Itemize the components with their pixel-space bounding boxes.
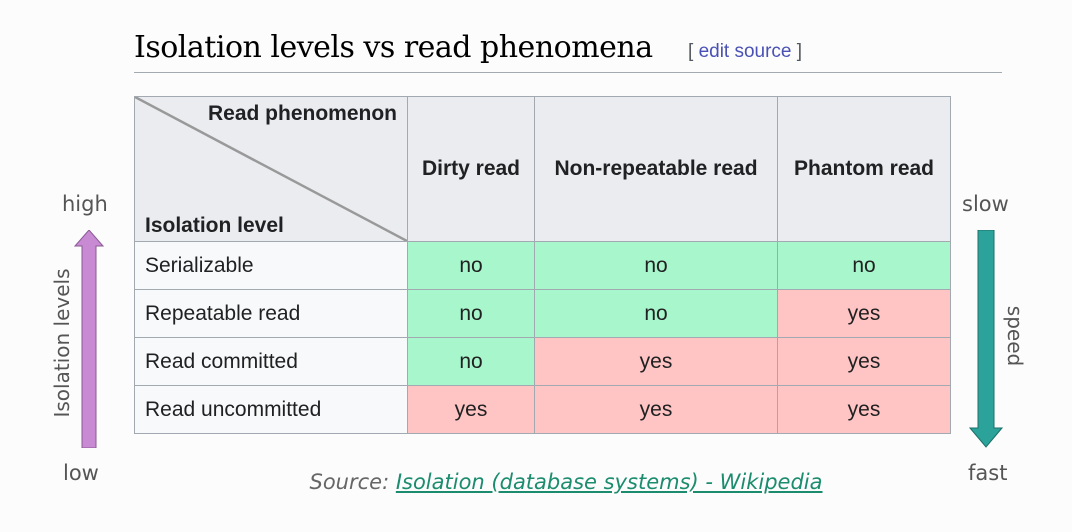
arrow-down-icon [969,230,1003,448]
speed-label: speed [1003,305,1027,367]
corner-top-label: Read phenomenon [207,102,397,125]
table-row: Read committed no yes yes [134,337,951,386]
table-cell: yes [534,337,778,386]
table-cell: no [777,241,951,290]
section-heading: Isolation levels vs read phenomena [ edi… [134,24,1002,73]
section-title: Isolation levels vs read phenomena [134,30,653,65]
table-cell: yes [407,385,535,434]
table-cell: yes [777,385,951,434]
table-row: Read uncommitted yes yes yes [134,385,951,434]
table-cell: yes [777,337,951,386]
arrow-up-icon [74,230,104,448]
header-row: Read phenomenon Isolation level Dirty re… [134,96,951,242]
source-caption: Source: Isolation (database systems) - W… [0,470,1072,494]
table-cell: yes [777,289,951,338]
table-row: Repeatable read no no yes [134,289,951,338]
column-header: Phantom read [777,96,951,242]
column-header: Non-repeatable read [534,96,778,242]
table-row: Serializable no no no [134,241,951,290]
column-header: Dirty read [407,96,535,242]
row-label: Repeatable read [134,289,408,338]
isolation-high-label: high [62,192,108,216]
isolation-table: Read phenomenon Isolation level Dirty re… [134,96,951,434]
table-cell: no [407,241,535,290]
table-cell: no [407,289,535,338]
edit-source: [ edit source ] [688,41,802,63]
speed-slow-label: slow [962,192,1009,216]
row-label: Read committed [134,337,408,386]
edit-bracket-close: ] [791,41,803,62]
edit-source-link[interactable]: edit source [699,41,792,62]
corner-header: Read phenomenon Isolation level [134,96,408,242]
isolation-levels-label: Isolation levels [50,268,74,418]
row-label: Read uncommitted [134,385,408,434]
row-label: Serializable [134,241,408,290]
edit-bracket-open: [ [688,41,699,62]
table-cell: no [407,337,535,386]
table-cell: no [534,289,778,338]
corner-bottom-label: Isolation level [145,214,284,237]
source-link[interactable]: Isolation (database systems) - Wikipedia [396,470,823,494]
table-cell: no [534,241,778,290]
source-prefix: Source: [309,470,396,494]
table-cell: yes [534,385,778,434]
